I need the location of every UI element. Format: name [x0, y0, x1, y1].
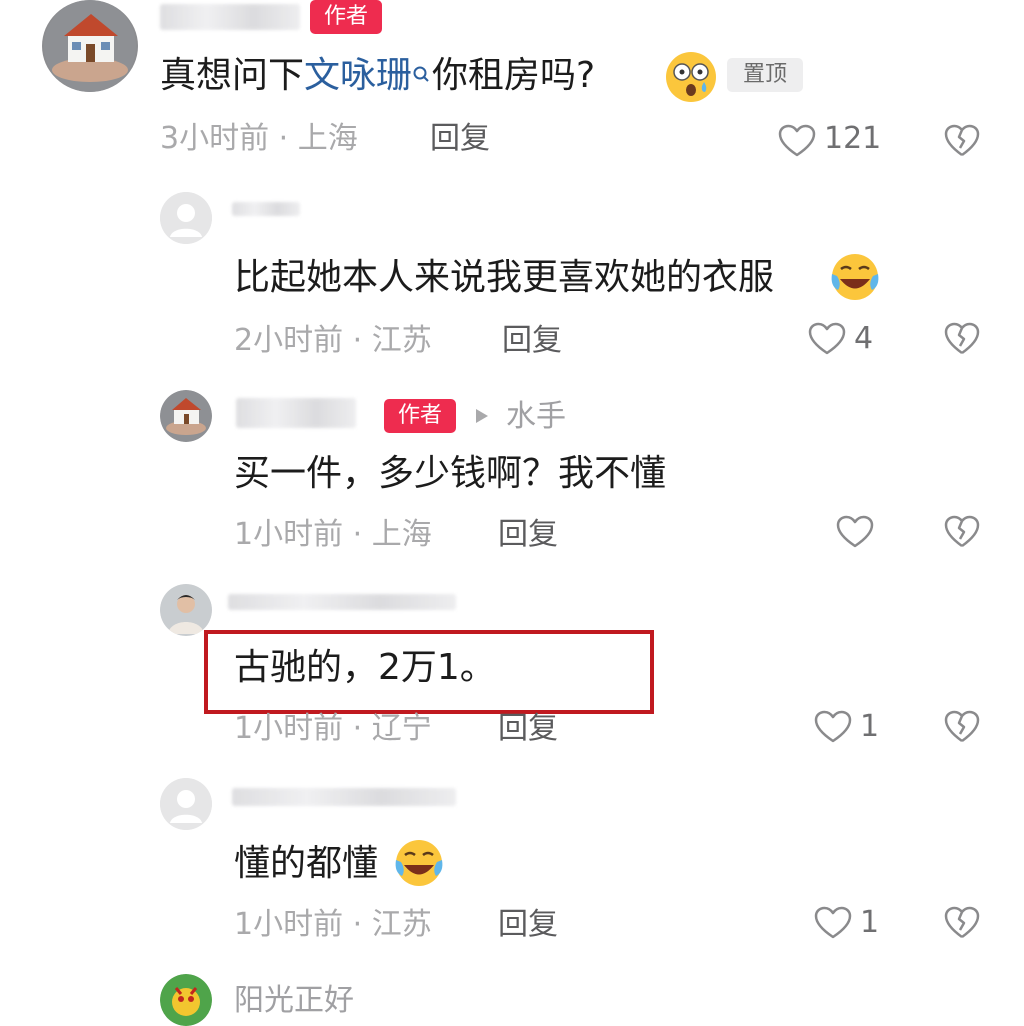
username[interactable] [236, 398, 356, 428]
like-count: 4 [854, 321, 874, 356]
comment-text: 真想问下文咏珊 你租房吗? [160, 58, 595, 94]
laughing-crying-face-icon [828, 252, 882, 302]
comment-text: 比起她本人来说我更喜欢她的衣服 [234, 260, 774, 296]
like-count: 1 [860, 905, 880, 940]
time-location: 1小时前 · 江苏 [234, 907, 432, 942]
avatar[interactable] [160, 390, 212, 442]
pinned-badge: 置顶 [727, 58, 803, 92]
dislike-broken-heart-icon[interactable] [944, 515, 980, 549]
username[interactable]: 阳光正好 [234, 986, 354, 1016]
dragon-avatar-icon [160, 974, 212, 1026]
avatar[interactable] [160, 192, 212, 244]
comment-text-part: 你租房吗? [432, 55, 596, 96]
reply-button[interactable]: 回复 [498, 714, 558, 744]
comment-text: 懂的都懂 [234, 846, 378, 882]
house-avatar-icon [44, 0, 136, 92]
comment-text-body: 懂的都懂 [234, 843, 379, 884]
like-heart-icon[interactable] [814, 710, 852, 744]
avatar[interactable] [160, 778, 212, 830]
dislike-broken-heart-icon[interactable] [944, 906, 980, 940]
default-user-icon [160, 778, 212, 830]
reply-button[interactable]: 回复 [502, 326, 562, 356]
avatar[interactable] [160, 974, 212, 1026]
comment-text-body: 买一件，多少钱啊？我不懂 [234, 453, 667, 494]
comment-text-part: 真想问下 [160, 55, 305, 96]
username[interactable] [232, 788, 456, 806]
reply-button[interactable]: 回复 [430, 124, 490, 154]
comment-text-body: 比起她本人来说我更喜欢她的衣服 [234, 257, 775, 298]
username[interactable] [232, 202, 300, 216]
comment-text: 买一件，多少钱啊？我不懂 [234, 456, 666, 492]
reply-to-username[interactable]: 水手 [506, 402, 566, 432]
author-tag: 作者 [310, 0, 382, 34]
username[interactable] [228, 594, 456, 610]
like-heart-icon[interactable] [814, 906, 852, 940]
house-avatar-icon [160, 390, 212, 442]
shocked-face-icon [664, 50, 718, 104]
avatar[interactable] [42, 0, 138, 92]
avatar[interactable] [160, 584, 212, 636]
author-tag: 作者 [384, 399, 456, 433]
time-location: 2小时前 · 江苏 [234, 323, 432, 358]
laughing-crying-face-icon [392, 838, 446, 888]
time-location: 3小时前 · 上海 [160, 121, 358, 156]
dislike-broken-heart-icon[interactable] [944, 322, 980, 356]
comment-text-body: 古驰的，2万1。 [234, 647, 496, 688]
dislike-broken-heart-icon[interactable] [944, 710, 980, 744]
comment-text: 古驰的，2万1。 [234, 650, 496, 686]
username[interactable] [160, 4, 300, 30]
mention-search-icon[interactable] [412, 58, 432, 94]
dislike-broken-heart-icon[interactable] [944, 124, 980, 158]
default-user-icon [160, 192, 212, 244]
like-count: 121 [824, 121, 882, 156]
time-location: 1小时前 · 辽宁 [234, 711, 432, 746]
reply-button[interactable]: 回复 [498, 520, 558, 550]
like-heart-icon[interactable] [808, 322, 846, 356]
like-heart-icon[interactable] [836, 515, 874, 549]
person-avatar-icon [160, 584, 212, 636]
reply-arrow-icon [474, 406, 490, 426]
reply-button[interactable]: 回复 [498, 910, 558, 940]
time-location: 1小时前 · 上海 [234, 517, 432, 552]
like-heart-icon[interactable] [778, 124, 816, 158]
mention-link[interactable]: 文咏珊 [304, 55, 412, 96]
like-count: 1 [860, 709, 880, 744]
